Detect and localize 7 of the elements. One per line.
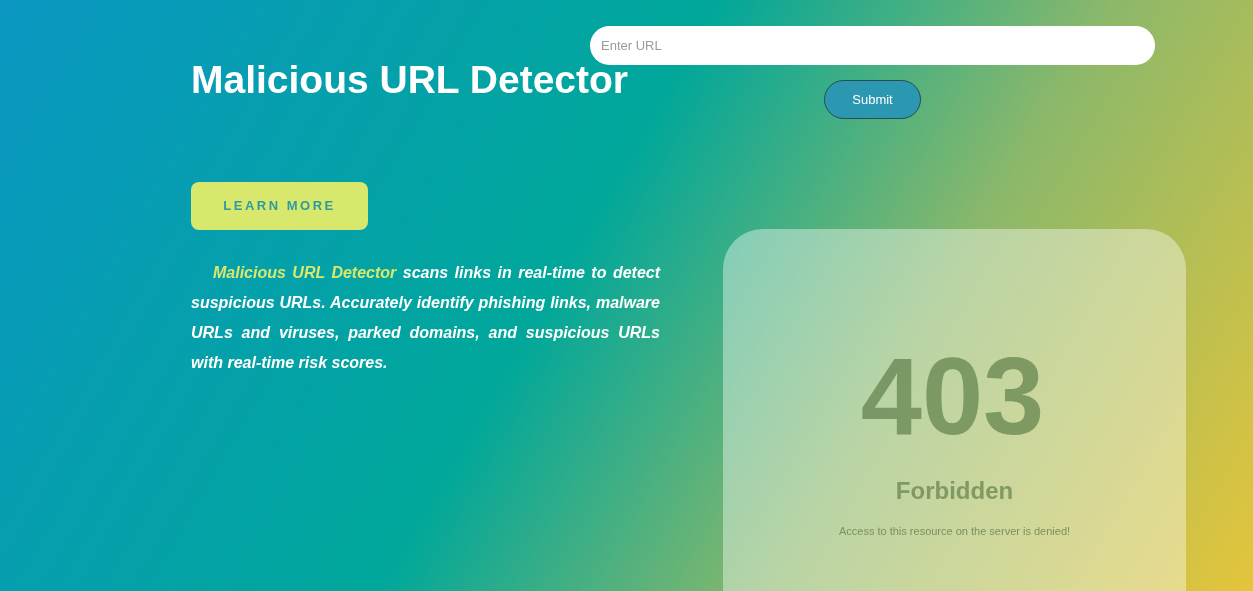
intro-paragraph: Malicious URL Detector scans links in real-time to detect suspicious URLs. Accurately identify phishing links, malware URLs and viruses, parked domains, and suspicious URLs with real-time risk scores. xyxy=(191,263,660,373)
url-input-field[interactable]: Enter URL xyxy=(590,26,1155,65)
error-message: Access to this resource on the server is denied! xyxy=(838,524,1071,539)
error-title: Forbidden xyxy=(895,476,1014,506)
error-code: 403 xyxy=(860,341,1045,451)
learn-more-button[interactable]: LEARN MORE xyxy=(191,182,368,230)
submit-button[interactable]: Submit xyxy=(824,80,921,119)
